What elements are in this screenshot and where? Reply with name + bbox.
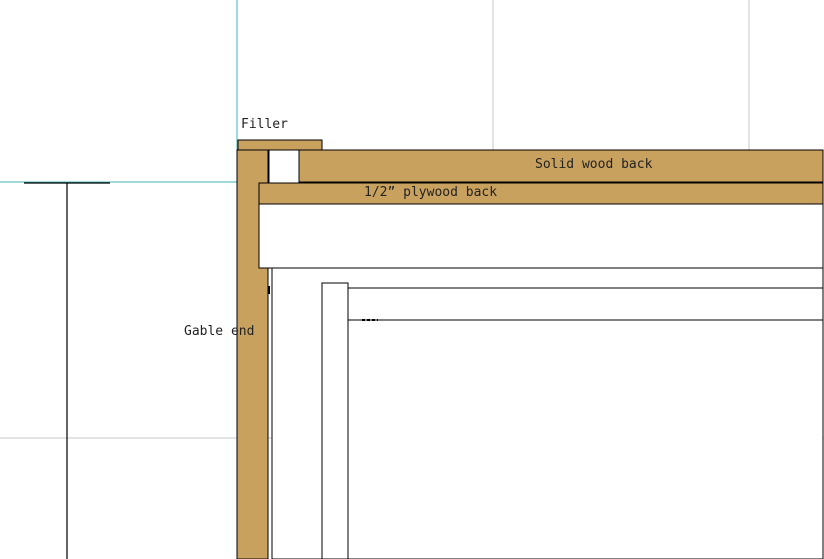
gable-end-label: Gable end [184, 324, 254, 339]
solid-wood-back-label: Solid wood back [535, 157, 653, 172]
filler-label: Filler [241, 117, 288, 132]
drawer-rail[interactable] [347, 287, 824, 321]
plywood-back-label: 1/2” plywood back [364, 185, 497, 200]
reference-post [24, 182, 110, 559]
filler-strip[interactable] [237, 139, 323, 151]
guide-lines [0, 0, 258, 559]
spacer-block[interactable] [268, 149, 300, 184]
plywood-back-board[interactable] [258, 182, 824, 205]
cad-drawing-canvas[interactable]: Filler Solid wood back 1/2” plywood back… [0, 0, 824, 559]
face-frame-stile[interactable] [321, 282, 349, 559]
cabinet-top-panel[interactable] [258, 203, 824, 269]
